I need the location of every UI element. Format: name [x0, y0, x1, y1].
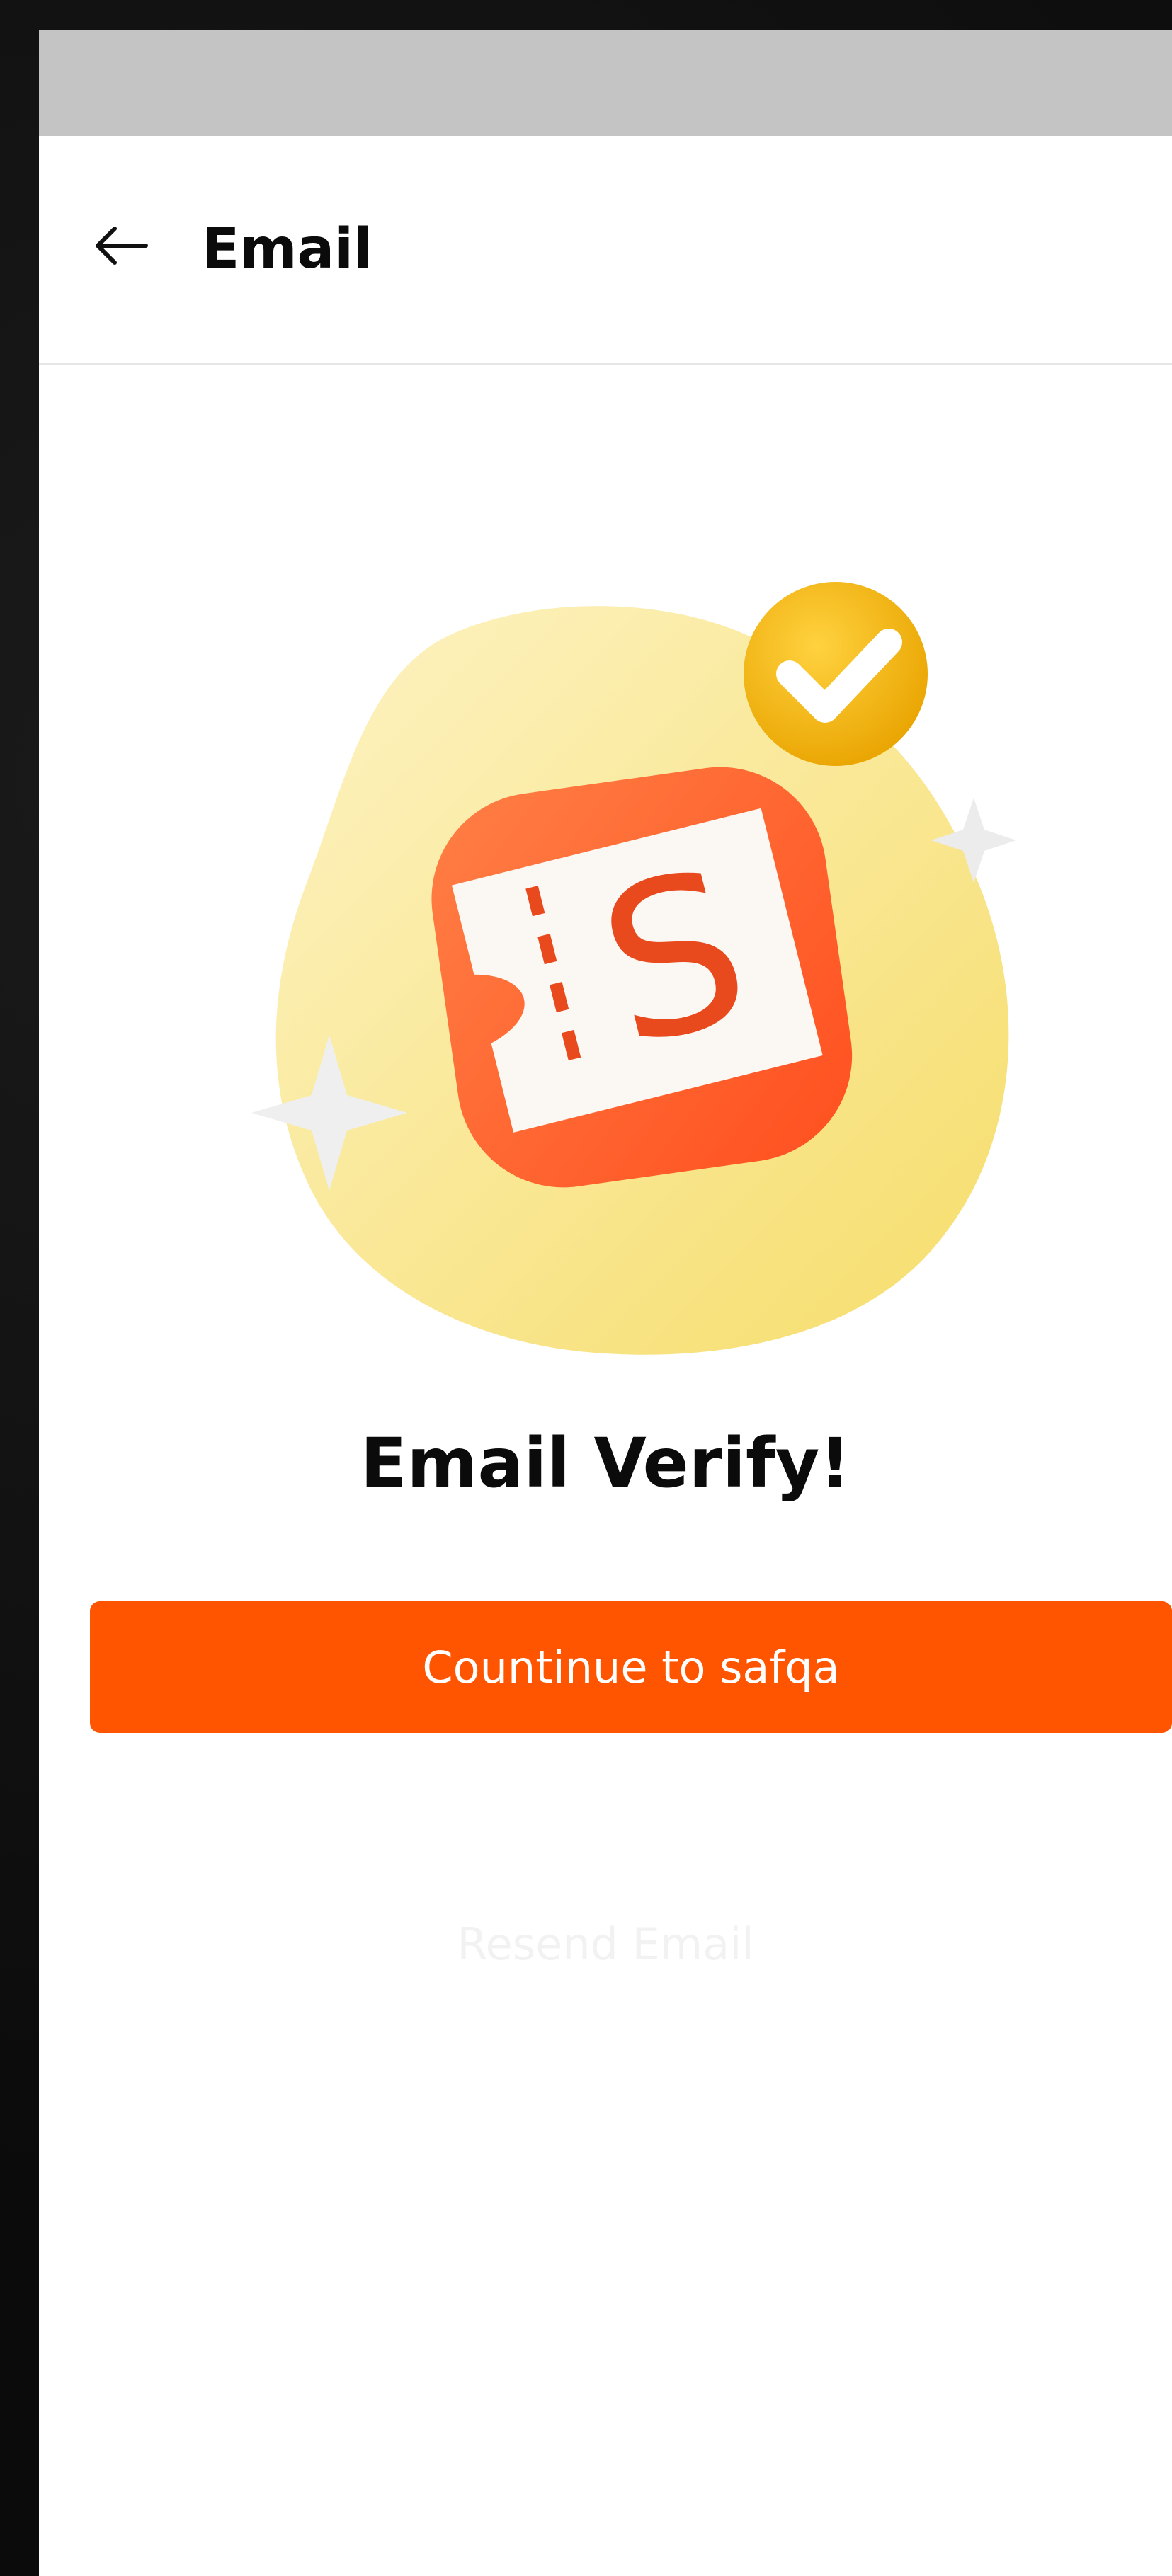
verification-headline: Email Verify!	[360, 1424, 851, 1503]
back-button[interactable]	[81, 207, 159, 285]
check-badge	[744, 582, 928, 766]
app-screen: Email S Email Verify! Countinue to safqa…	[39, 30, 1172, 2576]
resend-email-link[interactable]: Resend Email	[39, 1913, 1172, 1976]
device-background: Email S Email Verify! Countinue to safqa…	[0, 0, 1172, 2576]
app-header: Email	[39, 136, 1172, 365]
verified-illustration: S	[209, 575, 1073, 1396]
continue-button[interactable]: Countinue to safqa	[90, 1601, 1172, 1733]
status-bar	[39, 30, 1172, 136]
arrow-left-icon	[96, 227, 148, 265]
safqa-ticket-verified-icon: S	[251, 582, 1016, 1355]
page-title: Email	[202, 217, 372, 281]
